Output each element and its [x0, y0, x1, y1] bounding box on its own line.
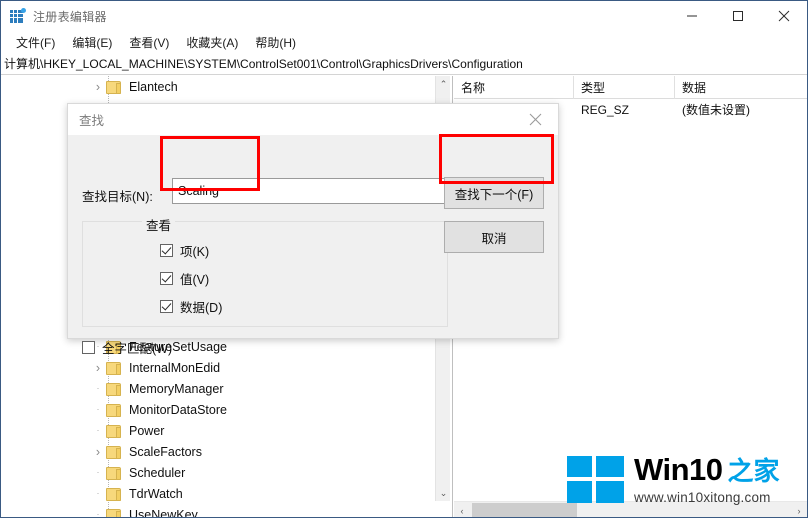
checkbox-values[interactable]: 值(V) [160, 269, 209, 288]
watermark-brand-cn: 之家 [727, 455, 780, 486]
tree-item-elantech[interactable]: › Elantech [2, 76, 438, 97]
folder-icon [106, 487, 123, 501]
menu-item-edit[interactable]: 编辑(E) [64, 32, 121, 53]
close-icon[interactable] [513, 104, 558, 135]
checkbox-indicator[interactable] [160, 300, 173, 313]
window-controls [669, 1, 807, 31]
windows-logo-icon [567, 455, 624, 503]
checkbox-indicator[interactable] [160, 272, 173, 285]
address-bar[interactable]: 计算机\HKEY_LOCAL_MACHINE\SYSTEM\ControlSet… [1, 53, 807, 75]
find-next-button[interactable]: 查找下一个(F) [444, 177, 544, 209]
tree-item-memorymanager[interactable]: MemoryManager [2, 378, 438, 399]
checkbox-whole-word[interactable]: 全字匹配(W) [82, 338, 172, 357]
folder-icon [106, 361, 123, 375]
tree-item-label: Elantech [129, 79, 178, 94]
chevron-right-icon[interactable]: › [90, 76, 106, 97]
checkbox-label: 全字匹配(W) [102, 342, 173, 356]
tree-item-label: MonitorDataStore [129, 402, 227, 417]
minimize-button[interactable] [669, 1, 715, 31]
find-target-label: 查找目标(N): [82, 190, 153, 204]
watermark-text: Win10 之家 www.win10xitong.com [634, 454, 780, 505]
maximize-button[interactable] [715, 1, 761, 31]
tree-item-label: InternalMonEdid [129, 360, 221, 375]
folder-icon [106, 445, 123, 459]
checkbox-keys[interactable]: 项(K) [160, 241, 209, 260]
tree-item-monitordatastore[interactable]: MonitorDataStore [2, 399, 438, 420]
tree-item-label: MemoryManager [129, 381, 224, 396]
folder-icon [106, 508, 123, 517]
checkbox-indicator[interactable] [82, 341, 95, 354]
chevron-right-icon[interactable]: › [90, 357, 106, 378]
tree-item-internalmonedid[interactable]: › InternalMonEdid [2, 357, 438, 378]
checkbox-indicator[interactable] [160, 244, 173, 257]
cancel-button[interactable]: 取消 [444, 221, 544, 253]
tree-item-scalefactors[interactable]: › ScaleFactors [2, 441, 438, 462]
checkbox-label: 项(K) [180, 245, 210, 259]
tree-item-tdrwatch[interactable]: TdrWatch [2, 483, 438, 504]
checkbox-label: 值(V) [180, 273, 210, 287]
menu-item-help[interactable]: 帮助(H) [247, 32, 305, 53]
watermark-url: www.win10xitong.com [634, 489, 771, 505]
column-header-name[interactable]: 名称 [454, 76, 574, 99]
cell-data: (数值未设置) [682, 103, 750, 117]
scroll-up-icon[interactable]: ⌃ [436, 76, 451, 92]
scroll-left-icon[interactable]: ‹ [454, 502, 470, 517]
tree-item-usenewkey[interactable]: UseNewKey [2, 504, 438, 518]
find-dialog-title: 查找 [79, 114, 105, 128]
list-column-headers: 名称 类型 数据 [454, 76, 807, 99]
tree-item-label: Power [129, 423, 165, 438]
find-dialog: 查找 查找目标(N): 查看 项(K) 值(V) 数据(D) [67, 103, 559, 356]
tree-item-label: ScaleFactors [129, 444, 202, 459]
menu-item-favorites[interactable]: 收藏夹(A) [178, 32, 247, 53]
title-bar: 注册表编辑器 [1, 1, 807, 31]
window-title: 注册表编辑器 [33, 9, 107, 24]
chevron-right-icon[interactable]: › [90, 441, 106, 462]
checkbox-data[interactable]: 数据(D) [160, 297, 222, 316]
folder-icon [106, 424, 123, 438]
watermark: Win10 之家 www.win10xitong.com [567, 448, 803, 510]
view-options-legend: 查看 [142, 215, 176, 234]
tree-item-scheduler[interactable]: Scheduler [2, 462, 438, 483]
tree-connector-icon [90, 378, 106, 399]
menu-bar: 文件(F) 编辑(E) 查看(V) 收藏夹(A) 帮助(H) [1, 31, 807, 53]
tree-connector-icon [90, 504, 106, 517]
find-dialog-title-bar: 查找 [68, 104, 558, 135]
registry-editor-window: 注册表编辑器 文件(F) 编辑(E) 查看(V) 收藏夹(A) 帮助(H) 计算… [0, 0, 808, 518]
folder-icon [106, 382, 123, 396]
menu-item-file[interactable]: 文件(F) [8, 32, 64, 53]
watermark-brand: Win10 [634, 451, 723, 487]
find-dialog-body: 查找目标(N): 查看 项(K) 值(V) 数据(D) 全字匹配(W) 查找下一… [68, 135, 558, 356]
view-options-group [82, 221, 448, 327]
tree-connector-icon [90, 420, 106, 441]
cell-type: REG_SZ [581, 102, 630, 117]
scroll-down-icon[interactable]: ⌄ [436, 485, 451, 501]
tree-connector-icon [90, 399, 106, 420]
column-header-type[interactable]: 类型 [574, 76, 675, 99]
tree-item-label: Scheduler [129, 465, 186, 480]
tree-connector-icon [90, 462, 106, 483]
column-header-data[interactable]: 数据 [675, 76, 807, 99]
folder-icon [106, 466, 123, 480]
checkbox-label: 数据(D) [180, 301, 223, 315]
scrollbar-thumb[interactable] [472, 503, 577, 517]
close-button[interactable] [761, 1, 807, 31]
registry-editor-icon [10, 8, 26, 24]
folder-icon [106, 80, 123, 94]
tree-item-power[interactable]: Power [2, 420, 438, 441]
tree-item-label: UseNewKey [129, 507, 198, 518]
tree-item-label: TdrWatch [129, 486, 183, 501]
tree-connector-icon [90, 483, 106, 504]
menu-item-view[interactable]: 查看(V) [121, 32, 178, 53]
folder-icon [106, 403, 123, 417]
